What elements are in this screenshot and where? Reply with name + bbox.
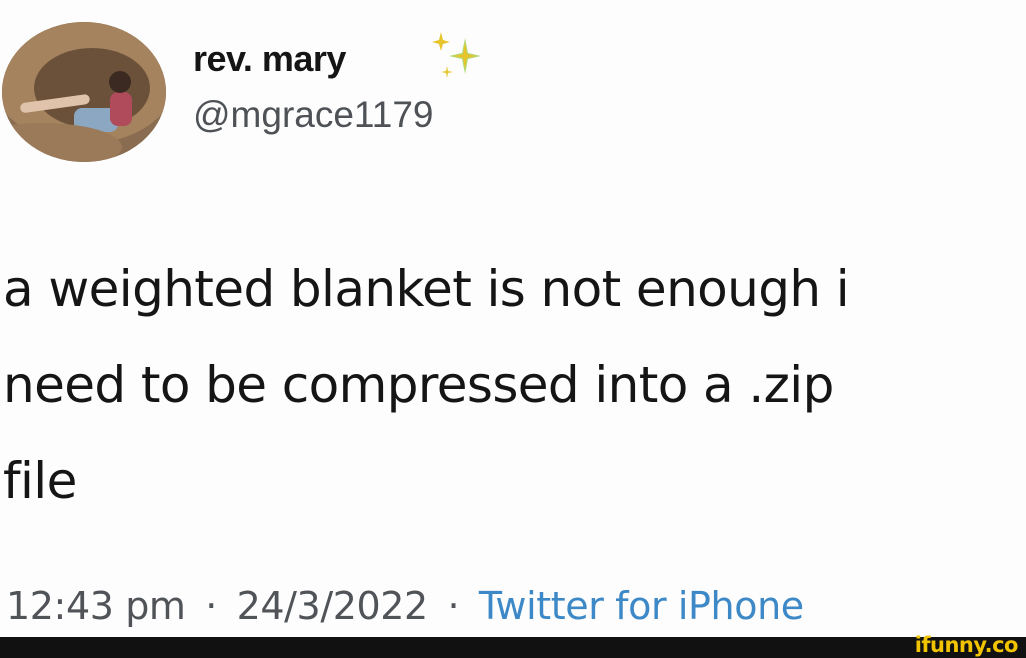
tweet-text: a weighted blanket is not enough i need …	[3, 241, 850, 529]
tweet-source-link[interactable]: Twitter for iPhone	[479, 584, 804, 628]
watermark-bar	[0, 637, 1026, 658]
tweet-text-line: file	[3, 452, 77, 510]
avatar[interactable]	[2, 22, 166, 162]
separator: ·	[205, 584, 217, 628]
tweet-metadata: 12:43 pm · 24/3/2022 · Twitter for iPhon…	[6, 584, 804, 628]
display-name[interactable]: rev. mary	[193, 38, 346, 80]
tweet-text-line: a weighted blanket is not enough i	[3, 260, 850, 318]
tweet-time[interactable]: 12:43 pm	[6, 584, 186, 628]
ifunny-watermark: ifunny.co	[914, 633, 1019, 657]
tweet-text-line: need to be compressed into a .zip	[3, 356, 834, 414]
sparkles-icon	[423, 28, 483, 84]
user-handle[interactable]: @mgrace1179	[193, 94, 434, 136]
avatar-image	[2, 22, 166, 162]
tweet-date[interactable]: 24/3/2022	[237, 584, 429, 628]
separator: ·	[447, 584, 460, 628]
